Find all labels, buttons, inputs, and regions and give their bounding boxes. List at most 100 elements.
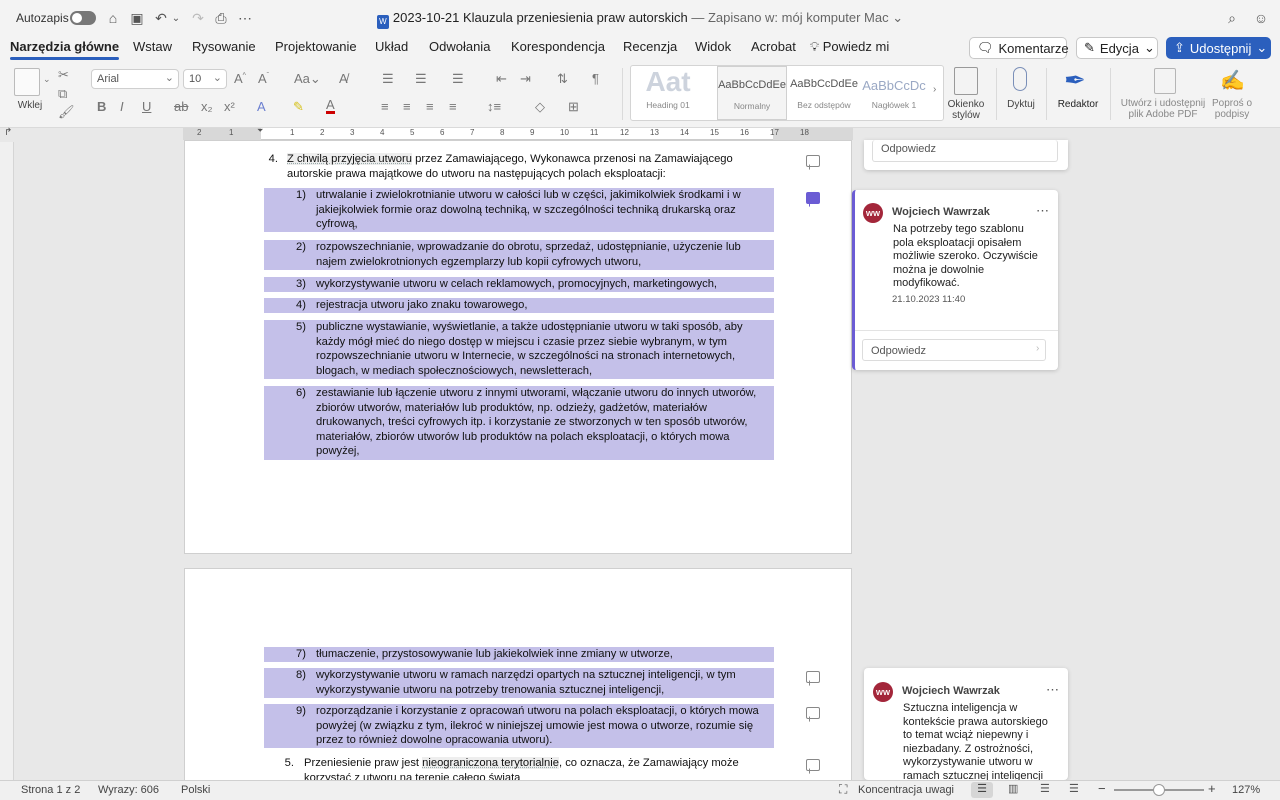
- style-heading-01[interactable]: Aat Heading 01: [633, 66, 703, 120]
- signatures-label[interactable]: Poproś o podpisy: [1209, 98, 1255, 120]
- tab-draw[interactable]: Rysowanie: [192, 39, 256, 54]
- comment-marker-icon[interactable]: [806, 759, 820, 771]
- font-name-select[interactable]: Arial: [91, 69, 179, 89]
- tab-references[interactable]: Odwołania: [429, 39, 490, 54]
- list-item-text[interactable]: rejestracja utworu jako znaku towarowego…: [316, 298, 774, 313]
- font-size-select[interactable]: 10: [183, 69, 227, 89]
- zoom-slider-handle[interactable]: [1153, 784, 1165, 796]
- justify-icon[interactable]: ≡: [449, 99, 457, 114]
- print-layout-icon[interactable]: ☰: [971, 782, 993, 798]
- style-heading-1[interactable]: AaBbCcDc Nagłówek 1: [859, 66, 929, 120]
- highlighted-phrase[interactable]: Z chwilą przyjęcia utworu: [287, 153, 412, 165]
- text-effects-icon[interactable]: A: [257, 99, 266, 114]
- line-spacing-icon[interactable]: ↕≡: [487, 99, 501, 114]
- more-options-icon[interactable]: ⋯: [1036, 203, 1050, 219]
- list-item-text[interactable]: wykorzystywanie utworu w celach reklamow…: [316, 277, 774, 292]
- align-right-icon[interactable]: ≡: [426, 99, 434, 114]
- paste-dropdown-icon[interactable]: ⌄: [43, 74, 51, 85]
- focus-mode-label[interactable]: Koncentracja uwagi: [858, 784, 954, 796]
- bold-icon[interactable]: B: [97, 99, 106, 114]
- multilevel-list-icon[interactable]: ☰: [452, 71, 464, 87]
- tab-review[interactable]: Recenzja: [623, 39, 677, 54]
- increase-indent-icon[interactable]: ⇥: [520, 71, 531, 87]
- subscript-icon[interactable]: x₂: [201, 99, 213, 114]
- clear-format-icon[interactable]: A̸: [339, 71, 348, 86]
- zoom-level[interactable]: 127%: [1232, 784, 1260, 796]
- show-marks-icon[interactable]: ¶: [592, 71, 599, 86]
- strikethrough-icon[interactable]: ab: [174, 99, 188, 114]
- superscript-icon[interactable]: x²: [224, 99, 235, 114]
- list-item-text[interactable]: tłumaczenie, przystosowywanie lub jakiek…: [316, 647, 774, 662]
- decrease-indent-icon[interactable]: ⇤: [496, 71, 507, 87]
- comments-button[interactable]: 🗨︎ Komentarze: [969, 37, 1069, 59]
- list-item-text[interactable]: publiczne wystawianie, wyświetlanie, a t…: [316, 320, 774, 378]
- tab-mailings[interactable]: Korespondencja: [511, 39, 605, 54]
- adobe-pdf-icon[interactable]: [1154, 68, 1176, 94]
- style-normal[interactable]: AaBbCcDdEe Normalny: [717, 66, 787, 120]
- tab-home[interactable]: Narzędzia główne: [10, 39, 120, 60]
- reply-input[interactable]: Odpowiedz: [862, 339, 1046, 361]
- page-count[interactable]: Strona 1 z 2: [21, 784, 80, 796]
- borders-icon[interactable]: ⊞: [568, 99, 579, 115]
- comment-marker-icon[interactable]: [806, 671, 820, 683]
- horizontal-ruler[interactable]: [183, 128, 853, 140]
- tab-acrobat[interactable]: Acrobat: [751, 39, 796, 54]
- paragraph-line[interactable]: Z chwilą przyjęcia utworu przez Zamawiaj…: [287, 152, 733, 167]
- numbering-icon[interactable]: ☰: [415, 71, 427, 87]
- tell-me[interactable]: 💡︎ Powiedz mi: [810, 39, 889, 55]
- language[interactable]: Polski: [181, 784, 210, 796]
- align-left-icon[interactable]: ≡: [381, 99, 389, 114]
- vertical-ruler[interactable]: [0, 142, 14, 780]
- tab-view[interactable]: Widok: [695, 39, 731, 54]
- focus-icon[interactable]: ⛶: [839, 782, 847, 797]
- outline-view-icon[interactable]: ☰: [1040, 782, 1050, 795]
- tab-layout[interactable]: Układ: [375, 39, 408, 54]
- draft-view-icon[interactable]: ☰: [1069, 782, 1079, 795]
- comment-marker-icon[interactable]: [806, 707, 820, 719]
- microphone-icon[interactable]: [1013, 67, 1027, 91]
- grow-font-icon[interactable]: A^: [234, 71, 246, 86]
- bullets-icon[interactable]: ☰: [382, 71, 394, 87]
- highlight-icon[interactable]: ✎: [293, 99, 304, 115]
- shading-icon[interactable]: ◇: [535, 99, 545, 115]
- highlighted-phrase[interactable]: nieograniczona terytorialnie: [422, 757, 559, 769]
- list-item-text[interactable]: zestawianie lub łączenie utworu z innymi…: [316, 386, 774, 459]
- cut-icon[interactable]: ✂: [58, 67, 69, 83]
- document-title[interactable]: W 2023-10-21 Klauzula przeniesienia praw …: [0, 10, 1280, 29]
- list-item-text[interactable]: wykorzystywanie utworu w ramach narzędzi…: [316, 668, 774, 697]
- tab-selector-icon[interactable]: ↱: [4, 127, 12, 138]
- paste-icon[interactable]: [14, 68, 40, 96]
- list-item-text[interactable]: rozporządzanie i korzystanie z opracowań…: [316, 704, 774, 748]
- adobe-label[interactable]: Utwórz i udostępnij plik Adobe PDF: [1116, 98, 1210, 120]
- share-people-icon[interactable]: ☺: [1251, 8, 1271, 28]
- share-button[interactable]: ⇪ Udostępnij ⌄: [1166, 37, 1271, 59]
- editor-pen-icon[interactable]: ✒: [1064, 66, 1086, 94]
- italic-icon[interactable]: I: [120, 99, 124, 114]
- chevron-right-icon[interactable]: ›: [933, 84, 936, 95]
- shrink-font-icon[interactable]: Aˇ: [258, 71, 269, 86]
- editing-button[interactable]: ✎ Edycja ⌄: [1076, 37, 1158, 59]
- reply-input[interactable]: Odpowiedz: [872, 140, 1058, 162]
- paragraph-line[interactable]: Przeniesienie praw jest nieograniczona t…: [304, 756, 739, 771]
- sort-icon[interactable]: ⇅: [557, 71, 568, 87]
- zoom-out-icon[interactable]: −: [1098, 781, 1106, 796]
- tab-design[interactable]: Projektowanie: [275, 39, 357, 54]
- format-painter-icon[interactable]: 🖌︎: [58, 104, 75, 120]
- zoom-in-icon[interactable]: +: [1208, 781, 1216, 796]
- word-count[interactable]: Wyrazy: 606: [98, 784, 159, 796]
- styles-pane-icon[interactable]: [954, 67, 978, 95]
- more-options-icon[interactable]: ⋯: [1046, 682, 1060, 698]
- tab-insert[interactable]: Wstaw: [133, 39, 172, 54]
- comment-marker-active-icon[interactable]: [806, 192, 820, 204]
- indent-marker-icon[interactable]: ⏷: [257, 126, 263, 136]
- copy-icon[interactable]: ⧉: [58, 86, 67, 102]
- list-item-text[interactable]: rozpowszechnianie, wprowadzanie do obrot…: [316, 240, 774, 269]
- read-mode-icon[interactable]: ▥: [1008, 782, 1018, 795]
- send-icon[interactable]: ›: [1036, 343, 1039, 354]
- styles-pane-label[interactable]: Okienko stylów: [943, 99, 989, 121]
- underline-icon[interactable]: U: [142, 99, 151, 114]
- align-center-icon[interactable]: ≡: [403, 99, 411, 114]
- style-no-spacing[interactable]: AaBbCcDdEe Bez odstępów: [789, 66, 859, 120]
- signature-icon[interactable]: ✍: [1220, 68, 1245, 93]
- comment-marker-icon[interactable]: [806, 155, 820, 167]
